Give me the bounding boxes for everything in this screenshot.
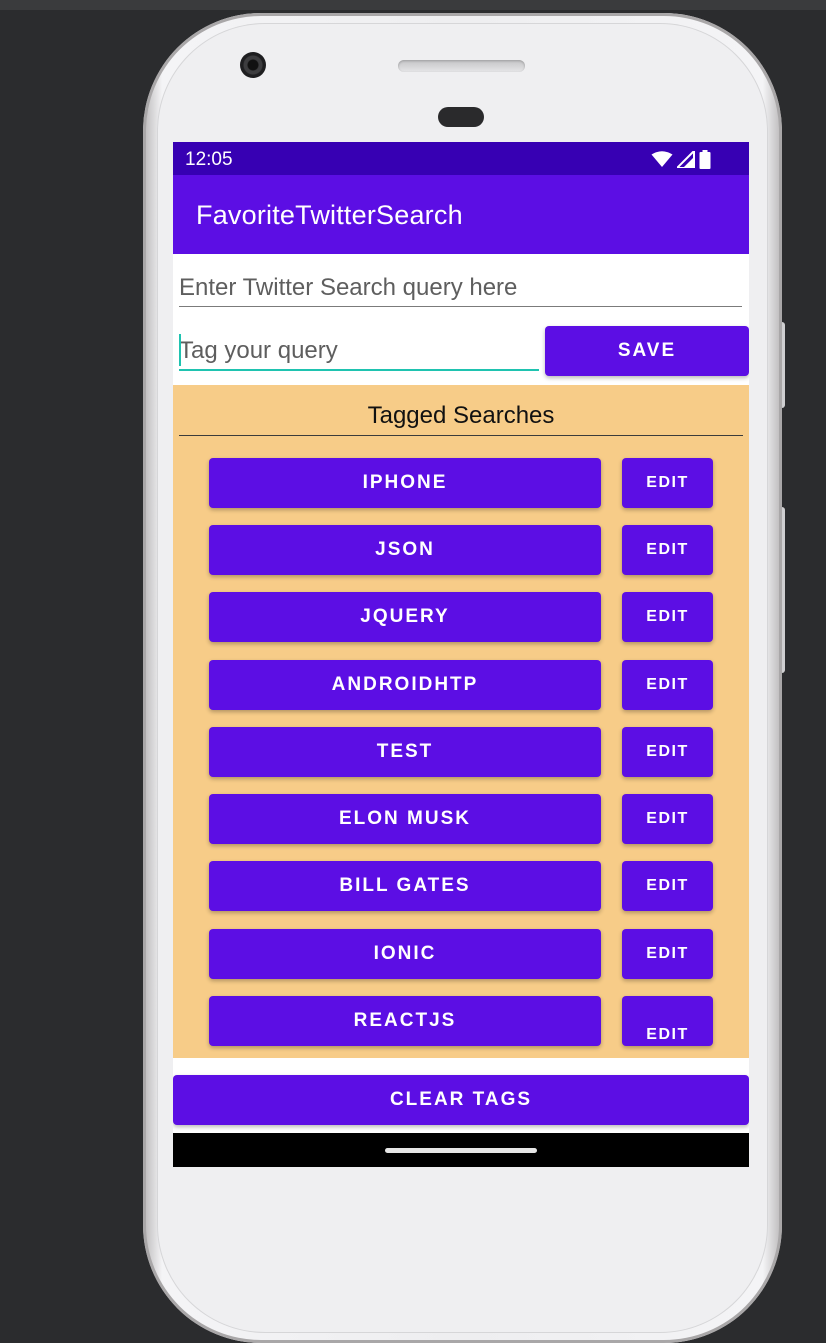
tag-button-bill-gates[interactable]: BILL GATES [209, 861, 601, 911]
tag-button-ionic[interactable]: IONIC [209, 929, 601, 979]
status-icons [651, 150, 711, 169]
battery-icon [699, 150, 711, 169]
navigation-bar [173, 1133, 749, 1167]
home-gesture-handle[interactable] [385, 1148, 537, 1153]
search-query-input[interactable] [179, 270, 742, 307]
edit-button-elon-musk[interactable]: EDIT [622, 794, 713, 844]
edit-button-ionic[interactable]: EDIT [622, 929, 713, 979]
edit-button-iphone[interactable]: EDIT [622, 458, 713, 508]
window-top-strip [0, 0, 826, 10]
app-screen: 12:05 FavoriteTwitterSearch SAVE Tagged … [173, 142, 749, 1167]
edit-button-reactjs[interactable]: EDIT [622, 996, 713, 1046]
edit-button-test[interactable]: EDIT [622, 727, 713, 777]
title-divider [179, 435, 743, 436]
wifi-icon [651, 151, 673, 167]
app-bar: FavoriteTwitterSearch [173, 175, 749, 254]
tag-button-json[interactable]: JSON [209, 525, 601, 575]
edit-button-json[interactable]: EDIT [622, 525, 713, 575]
tag-input[interactable] [179, 333, 539, 371]
app-title: FavoriteTwitterSearch [196, 200, 463, 230]
tagged-searches-panel: Tagged Searches IPHONE EDIT JSON EDIT JQ… [173, 385, 749, 1058]
edit-button-jquery[interactable]: EDIT [622, 592, 713, 642]
earpiece-speaker [398, 60, 525, 72]
save-button[interactable]: SAVE [545, 326, 749, 376]
text-cursor [179, 334, 181, 366]
tag-button-reactjs[interactable]: REACTJS [209, 996, 601, 1046]
tag-button-test[interactable]: TEST [209, 727, 601, 777]
tag-button-androidhtp[interactable]: ANDROIDHTP [209, 660, 601, 710]
tagged-searches-title: Tagged Searches [367, 402, 555, 429]
edit-button-bill-gates[interactable]: EDIT [622, 861, 713, 911]
edit-button-androidhtp[interactable]: EDIT [622, 660, 713, 710]
front-camera [240, 52, 266, 78]
tag-button-iphone[interactable]: IPHONE [209, 458, 601, 508]
tag-button-elon-musk[interactable]: ELON MUSK [209, 794, 601, 844]
tag-button-jquery[interactable]: JQUERY [209, 592, 601, 642]
status-time: 12:05 [185, 149, 233, 170]
clear-tags-button[interactable]: CLEAR TAGS [173, 1075, 749, 1125]
status-bar: 12:05 [173, 142, 749, 175]
signal-icon [677, 151, 695, 168]
proximity-sensor [438, 107, 484, 127]
